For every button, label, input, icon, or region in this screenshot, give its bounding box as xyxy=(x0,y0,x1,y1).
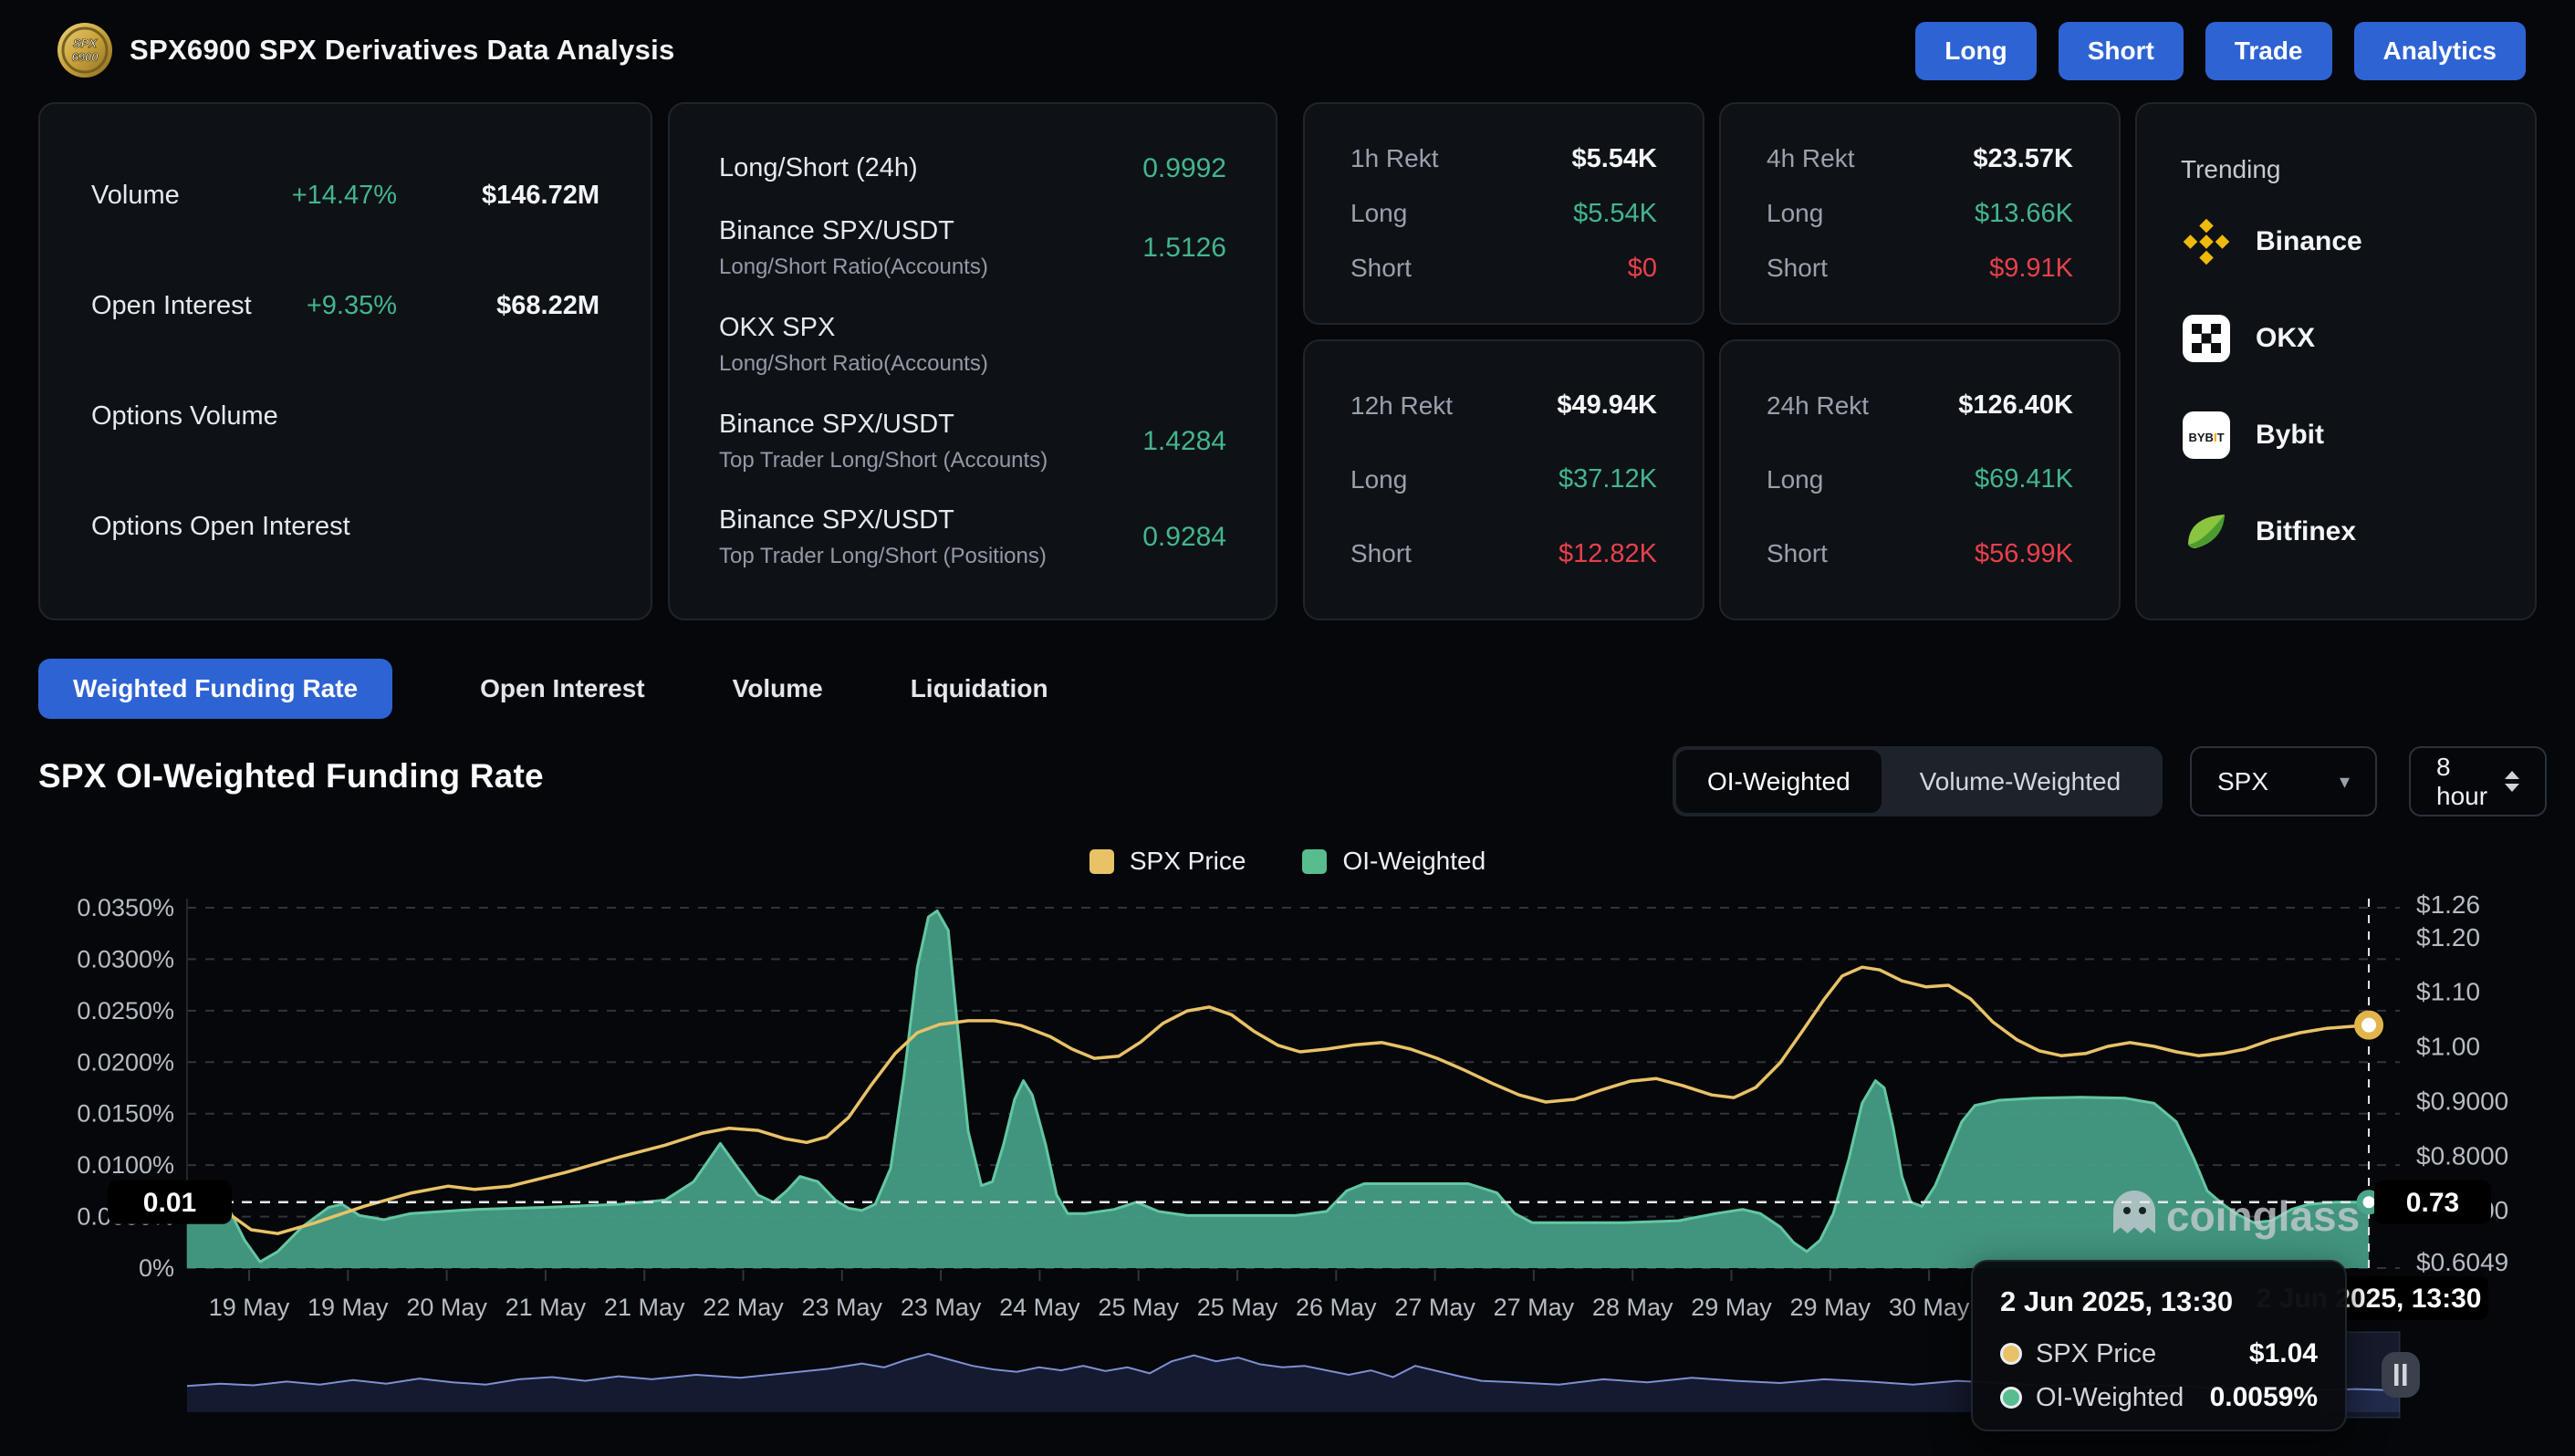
svg-text:21 May: 21 May xyxy=(604,1294,685,1321)
spx-price-dot xyxy=(2000,1343,2022,1365)
svg-text:0.0300%: 0.0300% xyxy=(77,945,174,972)
svg-text:23 May: 23 May xyxy=(901,1294,982,1321)
svg-text:26 May: 26 May xyxy=(1296,1294,1377,1321)
svg-text:0.73: 0.73 xyxy=(2406,1188,2459,1218)
svg-text:19 May: 19 May xyxy=(308,1294,389,1321)
svg-text:27 May: 27 May xyxy=(1494,1294,1575,1321)
chart-tooltip: 2 Jun 2025, 13:30 SPX Price $1.04 OI-Wei… xyxy=(1971,1260,2347,1431)
svg-text:0.0250%: 0.0250% xyxy=(77,997,174,1024)
svg-text:0.0100%: 0.0100% xyxy=(77,1151,174,1179)
svg-text:20 May: 20 May xyxy=(406,1294,487,1321)
svg-text:28 May: 28 May xyxy=(1592,1294,1673,1321)
series xyxy=(187,910,2369,1268)
svg-text:25 May: 25 May xyxy=(1098,1294,1179,1321)
tooltip-date: 2 Jun 2025, 13:30 xyxy=(2000,1285,2318,1318)
oi-weighted-dot xyxy=(2000,1387,2022,1409)
svg-text:24 May: 24 May xyxy=(999,1294,1080,1321)
navigator-handle[interactable] xyxy=(2382,1352,2420,1398)
svg-text:coinglass: coinglass xyxy=(2166,1192,2360,1240)
svg-text:27 May: 27 May xyxy=(1394,1294,1475,1321)
svg-text:0.0200%: 0.0200% xyxy=(77,1048,174,1076)
svg-text:$1.00: $1.00 xyxy=(2416,1033,2480,1061)
svg-text:21 May: 21 May xyxy=(506,1294,587,1321)
svg-text:0.0350%: 0.0350% xyxy=(77,894,174,921)
svg-text:30 May: 30 May xyxy=(1889,1294,1970,1321)
svg-text:0.0150%: 0.0150% xyxy=(77,1100,174,1128)
tooltip-row-spx-price: SPX Price $1.04 xyxy=(2000,1338,2318,1369)
svg-text:29 May: 29 May xyxy=(1691,1294,1772,1321)
svg-text:$0.6049: $0.6049 xyxy=(2416,1248,2508,1276)
svg-text:$1.20: $1.20 xyxy=(2416,923,2480,952)
svg-text:0%: 0% xyxy=(139,1254,174,1282)
svg-text:$0.9000: $0.9000 xyxy=(2416,1087,2508,1115)
svg-text:$1.10: $1.10 xyxy=(2416,978,2480,1006)
svg-text:22 May: 22 May xyxy=(703,1294,784,1321)
svg-text:29 May: 29 May xyxy=(1790,1294,1871,1321)
tooltip-row-oi-weighted: OI-Weighted 0.0059% xyxy=(2000,1382,2318,1413)
svg-text:0.01: 0.01 xyxy=(143,1188,196,1218)
svg-text:$1.26: $1.26 xyxy=(2416,890,2480,919)
svg-text:19 May: 19 May xyxy=(209,1294,290,1321)
svg-text:25 May: 25 May xyxy=(1197,1294,1278,1321)
svg-text:$0.8000: $0.8000 xyxy=(2416,1141,2508,1170)
funding-rate-chart[interactable]: 0.0350%0.0300%0.0250%0.0200%0.0150%0.010… xyxy=(0,0,2575,1456)
svg-text:23 May: 23 May xyxy=(802,1294,883,1321)
